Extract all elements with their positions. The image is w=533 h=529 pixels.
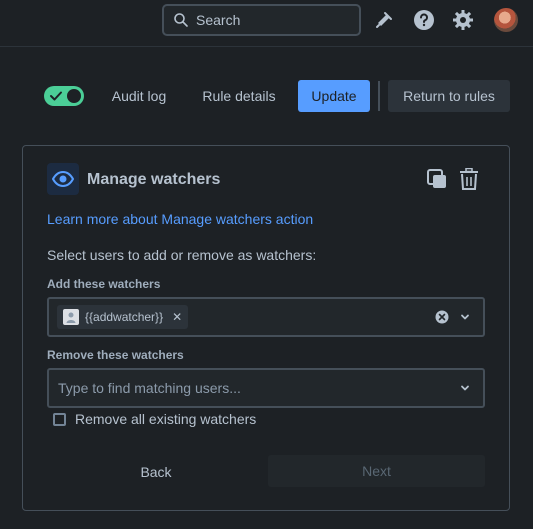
remove-chip-icon[interactable]: ✕ <box>172 310 182 324</box>
avatar[interactable] <box>494 8 518 32</box>
top-navigation-bar: Search <box>0 0 533 47</box>
delete-icon[interactable] <box>457 167 481 191</box>
add-watchers-label: Add these watchers <box>47 277 161 291</box>
watcher-chip-label: {{addwatcher}} <box>85 310 164 324</box>
watcher-chip: {{addwatcher}} ✕ <box>57 305 189 329</box>
panel-title: Manage watchers <box>87 171 221 188</box>
return-to-rules-button[interactable]: Return to rules <box>388 80 510 112</box>
remove-watchers-label: Remove these watchers <box>47 348 184 362</box>
clear-icon[interactable] <box>435 310 449 324</box>
settings-icon[interactable] <box>452 9 474 31</box>
remove-watchers-select[interactable]: Type to find matching users... <box>47 368 485 408</box>
chevron-down-icon[interactable] <box>459 311 471 323</box>
search-placeholder: Search <box>196 12 241 28</box>
instruction-text: Select users to add or remove as watcher… <box>47 247 317 263</box>
manage-watchers-panel: Manage watchers Learn more about Manage … <box>22 145 510 511</box>
remove-watchers-placeholder: Type to find matching users... <box>58 380 241 396</box>
remove-all-checkbox[interactable] <box>53 413 66 426</box>
learn-more-link[interactable]: Learn more about Manage watchers action <box>47 211 313 227</box>
back-button[interactable]: Back <box>115 456 197 488</box>
rule-enabled-toggle[interactable] <box>44 86 84 106</box>
search-icon <box>173 12 189 28</box>
search-input[interactable]: Search <box>162 4 361 36</box>
remove-all-label[interactable]: Remove all existing watchers <box>75 411 256 427</box>
chevron-down-icon[interactable] <box>459 382 471 394</box>
user-avatar-icon <box>63 309 79 325</box>
audit-log-button[interactable]: Audit log <box>101 80 177 112</box>
rule-details-button[interactable]: Rule details <box>192 80 286 112</box>
toggle-knob <box>67 89 81 103</box>
add-watchers-select[interactable]: {{addwatcher}} ✕ <box>47 297 485 337</box>
help-icon[interactable] <box>413 9 435 31</box>
next-button[interactable]: Next <box>268 455 485 487</box>
check-icon <box>49 89 63 103</box>
notification-icon[interactable] <box>373 9 395 31</box>
update-button[interactable]: Update <box>298 80 370 112</box>
eye-icon <box>47 163 79 195</box>
toolbar-divider <box>378 81 380 111</box>
duplicate-icon[interactable] <box>425 167 449 191</box>
